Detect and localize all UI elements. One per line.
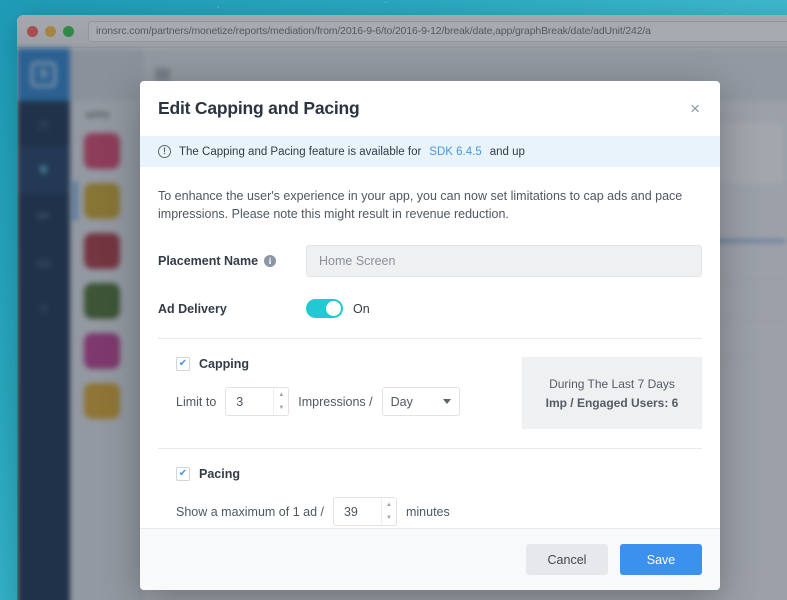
pacing-section: ✔ Pacing Show a maximum of 1 ad / 39 ▲ ▼… [158,449,702,526]
placement-name-input[interactable]: Home Screen [306,245,702,277]
stepper-down-icon[interactable]: ▼ [382,512,396,526]
dialog-title: Edit Capping and Pacing [158,98,360,118]
ad-delivery-toggle-group: On [306,299,370,318]
pacing-checkbox-row: ✔ Pacing [158,467,702,481]
stepper-down-icon[interactable]: ▼ [274,402,288,416]
pacing-minutes-value: 39 [343,504,358,519]
edit-capping-pacing-dialog: Edit Capping and Pacing × ! The Capping … [140,81,720,590]
ad-delivery-row: Ad Delivery On [158,299,702,318]
stepper-arrows[interactable]: ▲ ▼ [380,498,396,526]
pacing-checkbox[interactable]: ✔ [176,467,190,481]
info-icon[interactable]: i [264,255,277,267]
capping-limit-value: 3 [236,394,244,409]
sdk-info-banner: ! The Capping and Pacing feature is avai… [140,136,720,167]
close-icon[interactable]: × [688,96,702,121]
pacing-prefix-label: Show a maximum of 1 ad / [176,504,324,519]
ad-delivery-label: Ad Delivery [158,301,227,316]
stats-value-label: Imp / Engaged Users: 6 [545,395,679,410]
dialog-body: To enhance the user's experience in your… [140,167,720,528]
banner-text-after: and up [489,145,525,158]
capping-period-value: Day [390,394,413,409]
dialog-header: Edit Capping and Pacing × [140,81,720,136]
check-icon: ✔ [178,468,188,479]
pacing-suffix-label: minutes [405,504,450,519]
placement-name-label-group: Placement Name i [158,254,306,268]
capping-stats-box: During The Last 7 Days Imp / Engaged Use… [522,357,702,429]
pacing-controls-row: Show a maximum of 1 ad / 39 ▲ ▼ minutes [158,497,702,526]
capping-period-select[interactable]: Day [381,387,460,416]
toggle-knob [326,301,341,316]
capping-label: Capping [199,357,249,371]
capping-checkbox[interactable]: ✔ [176,357,190,371]
placement-name-label: Placement Name [158,254,259,268]
chevron-down-icon [442,399,451,404]
exclamation-circle-icon: ! [158,145,171,158]
check-icon: ✔ [178,358,188,369]
pacing-label: Pacing [199,467,240,481]
stepper-up-icon[interactable]: ▲ [274,388,288,402]
ad-delivery-state-label: On [353,301,370,316]
banner-text-before: The Capping and Pacing feature is availa… [179,145,422,158]
dialog-footer: Cancel Save [140,528,720,590]
sdk-version-link[interactable]: SDK 6.4.5 [429,146,481,158]
pacing-minutes-stepper[interactable]: 39 ▲ ▼ [332,497,397,526]
impressions-label: Impressions / [298,394,373,409]
limit-to-label: Limit to [176,394,217,409]
stepper-up-icon[interactable]: ▲ [382,498,396,512]
stepper-arrows[interactable]: ▲ ▼ [273,388,288,415]
save-button[interactable]: Save [620,544,702,575]
stats-period-label: During The Last 7 Days [549,376,675,391]
cancel-button[interactable]: Cancel [526,544,608,575]
capping-limit-stepper[interactable]: 3 ▲ ▼ [225,387,290,416]
browser-window: ironsrc.com/partners/monetize/reports/me… [17,15,787,600]
placement-name-row: Placement Name i Home Screen [158,245,702,277]
capping-section: ✔ Capping Limit to 3 ▲ ▼ Impressions / D… [158,339,702,429]
dialog-description: To enhance the user's experience in your… [158,189,683,221]
ad-delivery-toggle[interactable] [306,299,343,318]
